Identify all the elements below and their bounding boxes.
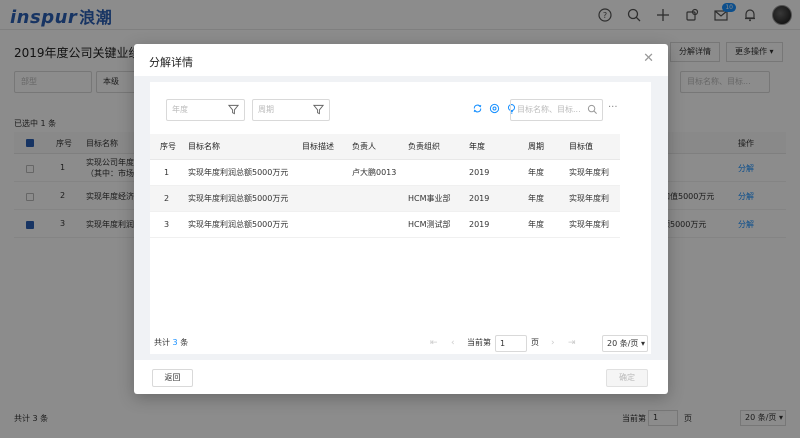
table-row[interactable]: 1 实现年度利润总额5000万元 卢大鹏0013 2019 年度 实现年度利: [150, 160, 620, 186]
table-row[interactable]: 2 实现年度利润总额5000万元 HCM事业部 2019 年度 实现年度利: [150, 186, 620, 212]
modal-body: 年度 周期 目标名称、目标... ··· 序号 目标名称 目标描述 负责人 负责…: [134, 76, 668, 360]
filter-icon[interactable]: [228, 104, 239, 115]
period-filter[interactable]: 周期: [252, 99, 330, 121]
search-icon[interactable]: [587, 104, 598, 115]
detail-table-header: 序号 目标名称 目标描述 负责人 负责组织 年度 周期 目标值: [150, 134, 620, 160]
modal-footer: 返回 确定: [134, 360, 668, 394]
pagination: 共计 3 条 ⇤ ‹ 当前第 1 页 › ⇥ 20 条/页 ▾: [150, 332, 651, 354]
close-icon[interactable]: ✕: [643, 52, 654, 66]
last-page-icon[interactable]: ⇥: [568, 332, 576, 354]
page-size-select[interactable]: 20 条/页 ▾: [602, 335, 648, 352]
total-count: 共计 3 条: [154, 338, 189, 347]
prev-page-icon[interactable]: ‹: [451, 332, 455, 354]
filter-icon[interactable]: [313, 104, 324, 115]
settings-icon[interactable]: [489, 103, 500, 114]
back-button[interactable]: 返回: [152, 369, 193, 387]
page-input[interactable]: 1: [495, 335, 527, 352]
year-filter[interactable]: 年度: [166, 99, 245, 121]
modal-title: 分解详情: [149, 56, 193, 69]
refresh-icon[interactable]: [472, 103, 483, 114]
more-options-icon[interactable]: ···: [608, 103, 618, 113]
decompose-detail-modal: 分解详情 ✕ 年度 周期 目标名称、目标... ··· 序号 目标名称 目标描述…: [134, 44, 668, 394]
next-page-icon[interactable]: ›: [551, 332, 555, 354]
modal-header: 分解详情 ✕: [134, 44, 668, 76]
confirm-button[interactable]: 确定: [606, 369, 648, 387]
first-page-icon[interactable]: ⇤: [430, 332, 438, 354]
search-input[interactable]: 目标名称、目标...: [510, 99, 603, 121]
table-row[interactable]: 3 实现年度利润总额5000万元 HCM测试部 2019 年度 实现年度利: [150, 212, 620, 238]
detail-panel: 年度 周期 目标名称、目标... ··· 序号 目标名称 目标描述 负责人 负责…: [150, 82, 651, 354]
